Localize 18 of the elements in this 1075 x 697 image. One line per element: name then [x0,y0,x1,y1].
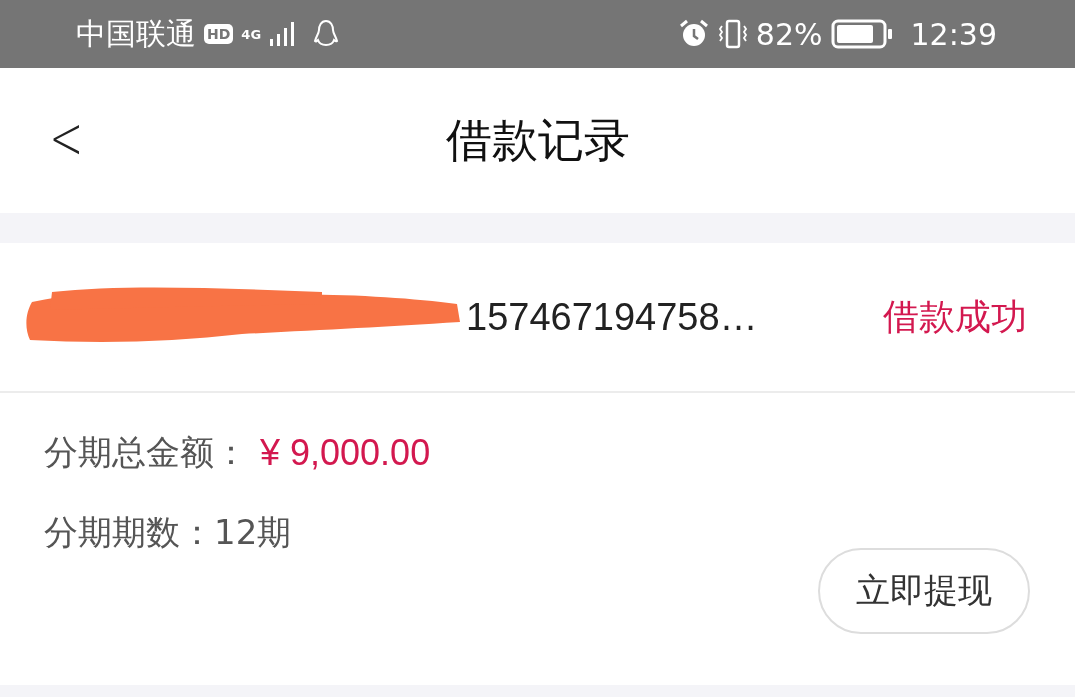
carrier-name: 中国联通 [76,14,196,53]
clock-time: 12:39 [910,16,997,52]
vibrate-icon [717,18,748,50]
battery-icon [830,19,893,49]
order-number: 157467194758… [466,295,758,339]
withdraw-button[interactable]: 立即提现 [818,548,1030,634]
network-type: 4G [241,26,262,42]
total-amount: ¥ 9,000.00 [260,432,431,474]
battery-percent: 82% [755,16,823,52]
periods-value: 12期 [214,511,292,554]
loan-status: 借款成功 [883,294,1027,339]
hd-badge: HD [204,24,234,44]
page-title: 借款记录 [445,111,630,169]
total-label: 分期总金额： [44,431,248,474]
signal-icon [269,21,296,47]
periods-label: 分期期数： [44,511,214,554]
penguin-icon [313,19,340,49]
back-button[interactable]: < [45,104,88,172]
